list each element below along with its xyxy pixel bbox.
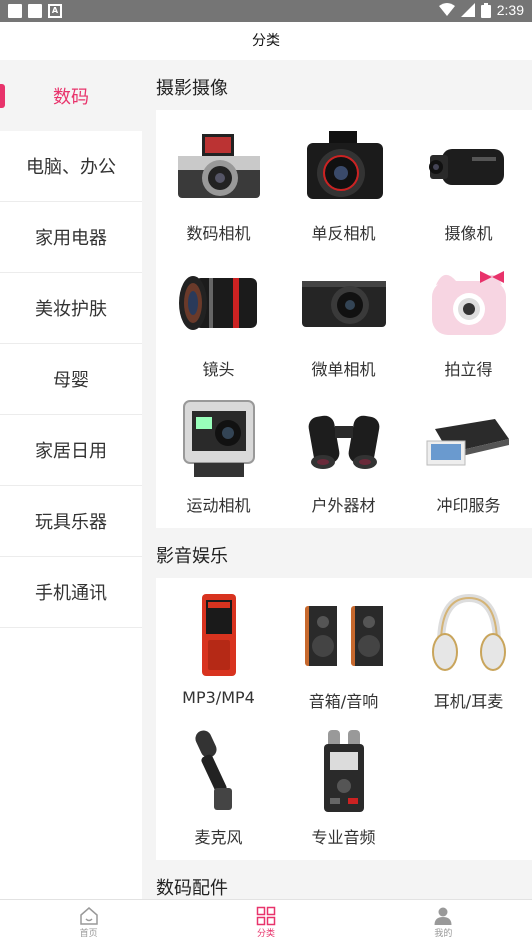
- category-label: 微单相机: [311, 360, 376, 379]
- category-item[interactable]: 专业音频: [281, 720, 406, 856]
- category-label: 麦克风: [194, 828, 243, 847]
- category-label: 运动相机: [186, 496, 251, 515]
- category-label: 数码相机: [186, 224, 251, 243]
- nav-category[interactable]: 分类: [177, 900, 354, 944]
- category-label: 音箱/音响: [308, 692, 379, 711]
- category-label: MP3/MP4: [182, 688, 255, 707]
- category-item[interactable]: 户外器材: [281, 388, 406, 524]
- category-item[interactable]: 镜头: [156, 252, 281, 388]
- category-label: 单反相机: [311, 224, 376, 243]
- section-title: 影音娱乐: [156, 546, 228, 567]
- battery-icon: [480, 2, 491, 18]
- user-icon: [434, 907, 452, 925]
- lens-icon: [174, 260, 264, 346]
- category-item[interactable]: 运动相机: [156, 388, 281, 524]
- category-label: 镜头: [202, 360, 235, 379]
- page-title: 分类: [0, 22, 532, 60]
- sidebar-item-household[interactable]: 家居日用: [0, 415, 142, 486]
- microphone-icon: [174, 728, 264, 814]
- sidebar-item-home-appliances[interactable]: 家用电器: [0, 202, 142, 273]
- sidebar-item-phones[interactable]: 手机通讯: [0, 557, 142, 628]
- headphones-icon: [424, 592, 514, 678]
- section-title: 数码配件: [156, 878, 228, 899]
- photo-printer-icon: [424, 396, 514, 482]
- mirrorless-camera-icon: [299, 260, 389, 346]
- nav-label: 我的: [434, 929, 453, 939]
- nav-home[interactable]: 首页: [0, 900, 177, 944]
- category-item[interactable]: 音箱/音响: [281, 584, 406, 720]
- app-notification-icon: A: [48, 4, 62, 18]
- category-item[interactable]: 微单相机: [281, 252, 406, 388]
- category-item[interactable]: 拍立得: [406, 252, 531, 388]
- signal-icon: [460, 3, 475, 17]
- category-item[interactable]: 耳机/耳麦: [406, 584, 531, 720]
- category-item[interactable]: MP3/MP4: [156, 584, 281, 720]
- category-label: 户外器材: [311, 496, 376, 515]
- mp3-player-icon: [174, 592, 264, 678]
- status-bar: A 2:39: [0, 0, 532, 22]
- nav-label: 首页: [79, 929, 98, 939]
- sidebar-item-baby[interactable]: 母婴: [0, 344, 142, 415]
- camcorder-icon: [424, 124, 514, 210]
- category-label: 专业音频: [311, 828, 376, 847]
- action-camera-icon: [174, 396, 264, 482]
- notification-icon: [8, 4, 22, 18]
- dslr-camera-icon: [299, 124, 389, 210]
- status-time: 2:39: [496, 2, 524, 18]
- category-label: 拍立得: [444, 360, 493, 379]
- section-grid-audio-video: MP3/MP4 音箱/音响 耳机/耳麦 麦克风 专业音频: [156, 578, 532, 860]
- digital-camera-icon: [174, 124, 264, 210]
- audio-recorder-icon: [299, 728, 389, 814]
- category-item[interactable]: 数码相机: [156, 116, 281, 252]
- category-item[interactable]: 麦克风: [156, 720, 281, 856]
- category-sidebar: 数码 电脑、办公 家用电器 美妆护肤 母婴 家居日用 玩具乐器 手机通讯: [0, 60, 142, 899]
- nav-label: 分类: [256, 929, 275, 939]
- bottom-nav: 首页 分类 我的: [0, 899, 532, 944]
- category-label: 耳机/耳麦: [433, 692, 504, 711]
- sidebar-item-digital[interactable]: 数码: [0, 60, 142, 131]
- notification-icon: [28, 4, 42, 18]
- section-title: 摄影摄像: [156, 78, 228, 99]
- category-icon: [256, 906, 276, 926]
- category-item[interactable]: 摄像机: [406, 116, 531, 252]
- section-grid-photography: 数码相机 单反相机 摄像机 镜头 微单相机 拍立得 运动相机 户外器材 冲印服务: [156, 110, 532, 528]
- nav-profile[interactable]: 我的: [355, 900, 532, 944]
- category-label: 摄像机: [444, 224, 493, 243]
- sidebar-item-beauty[interactable]: 美妆护肤: [0, 273, 142, 344]
- category-content: 摄影摄像 数码相机 单反相机 摄像机 镜头 微单相机 拍立得 运动相机 户外器材…: [142, 60, 532, 899]
- speaker-icon: [299, 592, 389, 678]
- wifi-icon: [438, 3, 455, 16]
- category-item[interactable]: 冲印服务: [406, 388, 531, 524]
- sidebar-item-computer-office[interactable]: 电脑、办公: [0, 131, 142, 202]
- category-label: 冲印服务: [436, 496, 501, 515]
- binoculars-icon: [299, 396, 389, 482]
- category-item[interactable]: 单反相机: [281, 116, 406, 252]
- sidebar-item-toys-instruments[interactable]: 玩具乐器: [0, 486, 142, 557]
- instant-camera-icon: [424, 260, 514, 346]
- home-icon: [79, 907, 98, 925]
